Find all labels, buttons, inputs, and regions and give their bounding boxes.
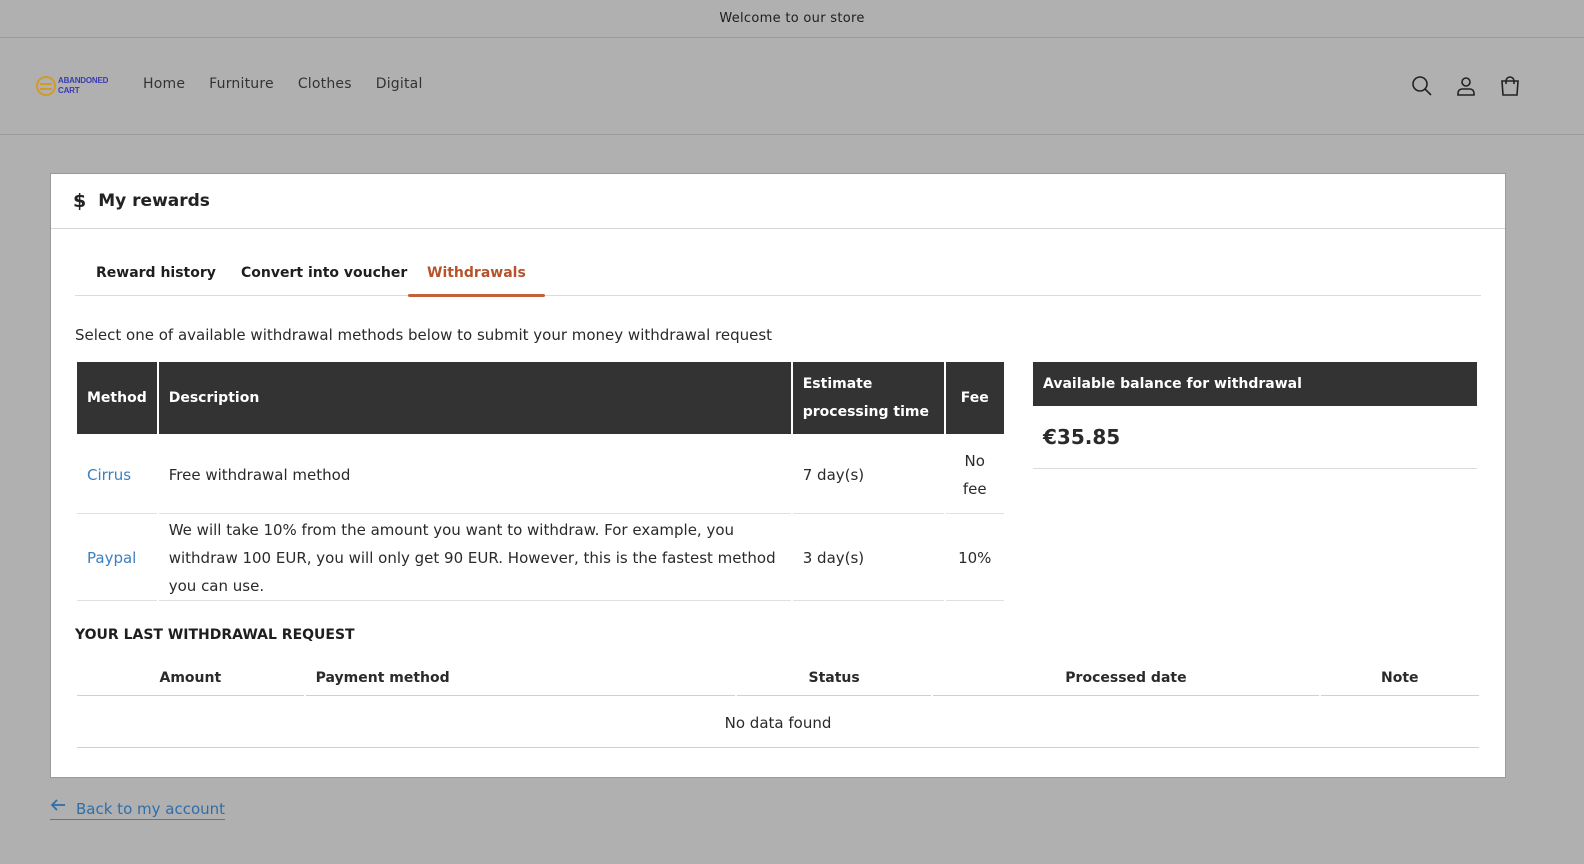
- method-description: We will take 10% from the amount you wan…: [158, 516, 791, 601]
- method-time: 3 day(s): [792, 516, 944, 601]
- arrow-left-icon: [50, 799, 65, 811]
- tab-reward-history[interactable]: Reward history: [96, 258, 216, 296]
- withdrawal-methods-table: Method Description Estimate processing t…: [75, 360, 1006, 603]
- method-fee: No fee: [945, 436, 1004, 514]
- col-processed-date: Processed date: [933, 660, 1319, 696]
- store-logo[interactable]: ABANDONED CART: [36, 73, 116, 99]
- balance-panel: Available balance for withdrawal €35.85: [1033, 362, 1477, 469]
- dollar-icon: $: [73, 190, 87, 212]
- logo-line-2: CART: [58, 86, 80, 95]
- nav-clothes[interactable]: Clothes: [298, 76, 352, 92]
- col-status: Status: [736, 660, 932, 696]
- method-fee: 10%: [945, 516, 1004, 601]
- method-time: 7 day(s): [792, 436, 944, 514]
- empty-state: No data found: [77, 698, 1479, 748]
- col-payment-method: Payment method: [305, 660, 735, 696]
- col-method: Method: [77, 362, 157, 434]
- balance-value: €35.85: [1033, 406, 1477, 469]
- table-header-row: Amount Payment method Status Processed d…: [77, 660, 1479, 696]
- table-header-row: Method Description Estimate processing t…: [77, 362, 1004, 434]
- cart-icon[interactable]: [1498, 74, 1522, 98]
- announcement-text: Welcome to our store: [719, 11, 865, 26]
- main-nav: Home Furniture Clothes Digital: [143, 76, 447, 92]
- method-link-paypal[interactable]: Paypal: [87, 549, 136, 567]
- rewards-card: $ My rewards Reward history Convert into…: [50, 173, 1506, 778]
- logo-line-1: ABANDONED: [58, 76, 109, 85]
- logo-icon: [36, 76, 56, 96]
- tab-convert-voucher[interactable]: Convert into voucher: [241, 258, 407, 296]
- col-fee: Fee: [945, 362, 1004, 434]
- nav-furniture[interactable]: Furniture: [209, 76, 274, 92]
- table-row: Paypal We will take 10% from the amount …: [77, 516, 1004, 601]
- tab-withdrawals[interactable]: Withdrawals: [408, 258, 545, 297]
- rewards-title: My rewards: [98, 191, 210, 211]
- method-description: Free withdrawal method: [158, 436, 791, 514]
- table-row: No data found: [77, 698, 1479, 748]
- last-request-table: Amount Payment method Status Processed d…: [75, 658, 1481, 750]
- account-icon[interactable]: [1454, 74, 1478, 98]
- col-description: Description: [158, 362, 791, 434]
- site-header: ABANDONED CART Home Furniture Clothes Di…: [0, 38, 1584, 135]
- nav-digital[interactable]: Digital: [376, 76, 423, 92]
- header-actions: [1410, 74, 1542, 98]
- nav-home[interactable]: Home: [143, 76, 185, 92]
- balance-label: Available balance for withdrawal: [1033, 362, 1477, 406]
- col-amount: Amount: [77, 660, 304, 696]
- back-link-label: Back to my account: [76, 800, 226, 818]
- last-request-title: YOUR LAST WITHDRAWAL REQUEST: [75, 627, 355, 643]
- method-link-cirrus[interactable]: Cirrus: [87, 466, 131, 484]
- withdrawal-intro: Select one of available withdrawal metho…: [75, 326, 773, 344]
- back-to-account-link[interactable]: Back to my account: [50, 799, 226, 820]
- col-note: Note: [1320, 660, 1479, 696]
- rewards-header: $ My rewards: [51, 174, 1505, 229]
- announcement-bar: Welcome to our store: [0, 0, 1584, 38]
- table-row: Cirrus Free withdrawal method 7 day(s) N…: [77, 436, 1004, 514]
- col-processing-time: Estimate processing time: [792, 362, 944, 434]
- rewards-tabs: Reward history Convert into voucher With…: [75, 258, 1481, 297]
- search-icon[interactable]: [1410, 74, 1434, 98]
